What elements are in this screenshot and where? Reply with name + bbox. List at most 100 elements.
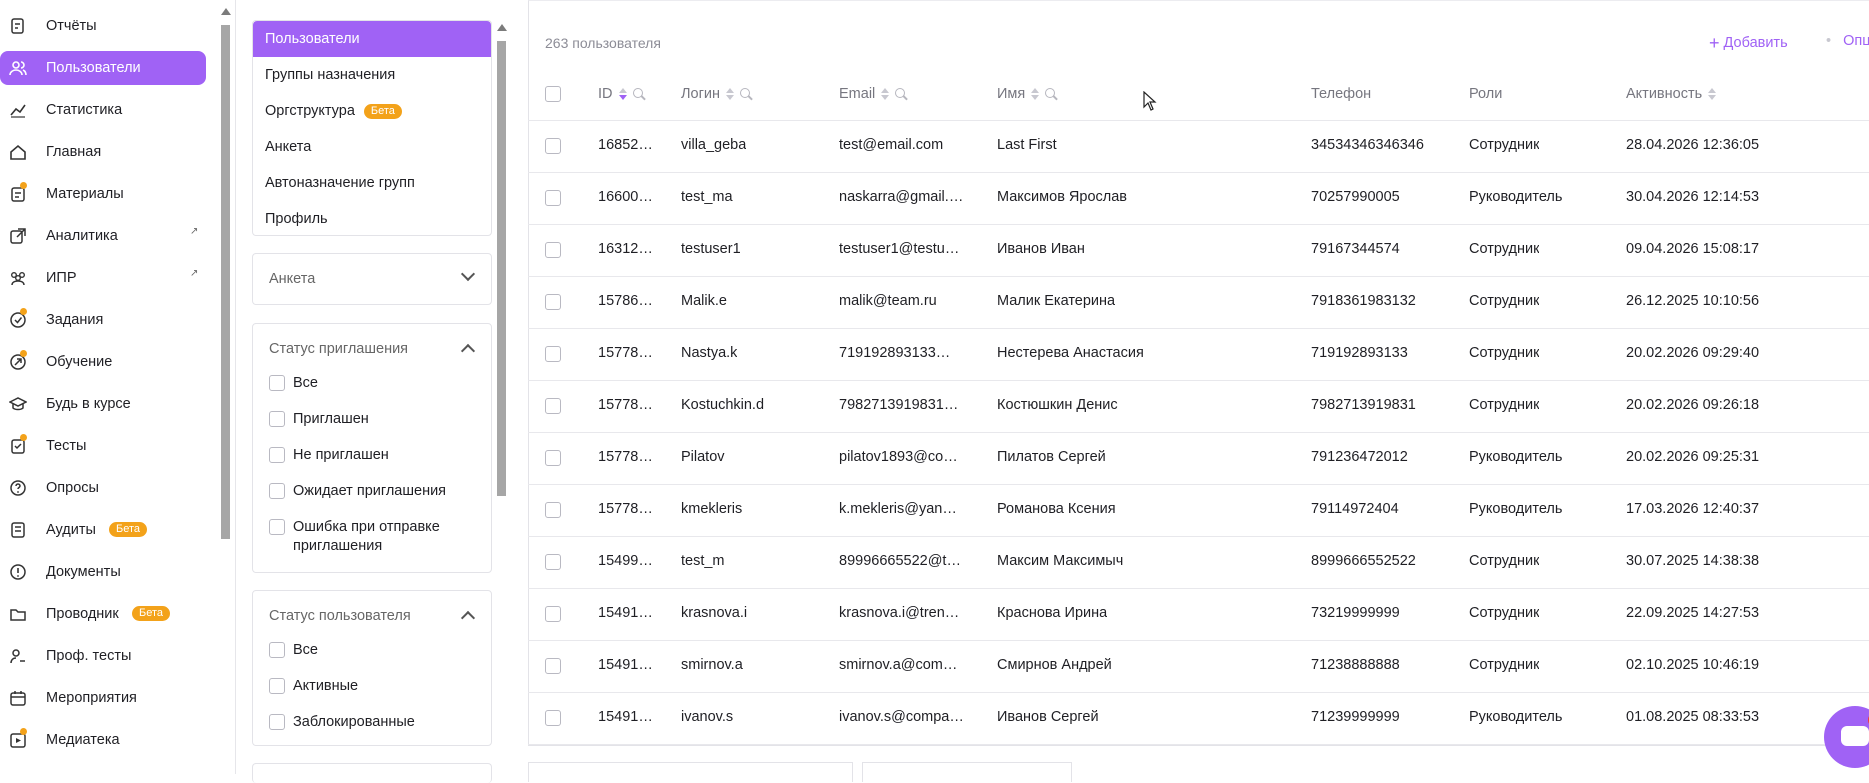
row-checkbox[interactable] bbox=[545, 242, 561, 258]
cell-activity: 22.09.2025 14:27:53 bbox=[1626, 605, 1760, 621]
checkbox[interactable] bbox=[269, 411, 285, 427]
add-button[interactable]: + Добавить bbox=[1709, 33, 1788, 54]
sidebar-item-18[interactable]: Медиатека bbox=[0, 723, 206, 757]
row-checkbox[interactable] bbox=[545, 346, 561, 362]
chart-line-icon bbox=[9, 101, 27, 119]
row-checkbox[interactable] bbox=[545, 606, 561, 622]
checkbox[interactable] bbox=[269, 375, 285, 391]
row-checkbox[interactable] bbox=[545, 450, 561, 466]
col-phone-label: Телефон bbox=[1311, 86, 1372, 102]
sidebar-item-11[interactable]: Тесты bbox=[0, 429, 206, 463]
sidebar-item-4[interactable]: Главная bbox=[0, 135, 206, 169]
sidebar-item-14[interactable]: Документы bbox=[0, 555, 206, 589]
filter-option[interactable]: Все bbox=[269, 374, 463, 393]
filters-scrollbar[interactable] bbox=[497, 24, 507, 774]
tab-5[interactable]: Автоназначение групп bbox=[253, 165, 491, 201]
sidebar-item-6[interactable]: Аналитика ↗ bbox=[0, 219, 206, 253]
tab-1[interactable]: Пользователи bbox=[253, 21, 491, 57]
sidebar-scrollbar[interactable] bbox=[221, 8, 231, 774]
search-icon[interactable] bbox=[895, 88, 907, 100]
sidebar-item-10[interactable]: Будь в курсе bbox=[0, 387, 206, 421]
filter-questionnaire[interactable]: Анкета bbox=[252, 253, 492, 305]
row-checkbox[interactable] bbox=[545, 710, 561, 726]
sidebar-item-2[interactable]: Пользователи bbox=[0, 51, 206, 85]
sort-icon[interactable] bbox=[725, 88, 734, 100]
cell-email: malik@team.ru bbox=[839, 293, 937, 309]
sidebar-item-13[interactable]: Аудиты Бета bbox=[0, 513, 206, 547]
select-all-checkbox[interactable] bbox=[545, 86, 561, 102]
checkbox-label: Не приглашен bbox=[293, 447, 389, 463]
sidebar-item-16[interactable]: Проф. тесты bbox=[0, 639, 206, 673]
sort-icon[interactable] bbox=[1031, 88, 1040, 100]
col-email-label: Email bbox=[839, 86, 876, 102]
checkbox[interactable] bbox=[269, 519, 285, 535]
checkbox[interactable] bbox=[269, 714, 285, 730]
sidebar-item-7[interactable]: ИПР ↗ bbox=[0, 261, 206, 295]
row-checkbox[interactable] bbox=[545, 398, 561, 414]
checkbox[interactable] bbox=[269, 483, 285, 499]
cell-email: smirnov.a@comp… bbox=[839, 657, 964, 673]
cell-activity: 20.02.2026 09:26:18 bbox=[1626, 397, 1760, 413]
filter-option[interactable]: Приглашен bbox=[269, 410, 463, 429]
filter-option[interactable]: Все bbox=[269, 641, 463, 660]
chevron-up-icon[interactable] bbox=[460, 610, 476, 626]
filter-option[interactable]: Ошибка при отправке приглашения bbox=[269, 518, 463, 556]
checkbox[interactable] bbox=[269, 678, 285, 694]
page-size-select[interactable] bbox=[862, 762, 1072, 782]
cell-login: Nastya.k bbox=[681, 345, 738, 361]
sidebar-item-1[interactable]: Отчёты bbox=[0, 9, 206, 43]
col-login[interactable]: Логин bbox=[681, 86, 752, 102]
scroll-up-arrow-icon[interactable] bbox=[497, 24, 507, 31]
sidebar-item-17[interactable]: Мероприятия bbox=[0, 681, 206, 715]
col-email[interactable]: Email bbox=[839, 86, 907, 102]
sidebar-item-9[interactable]: Обучение bbox=[0, 345, 206, 379]
row-checkbox[interactable] bbox=[545, 554, 561, 570]
filter-option[interactable]: Заблокированные bbox=[269, 713, 463, 732]
filter-option[interactable]: Активные bbox=[269, 677, 463, 696]
row-checkbox[interactable] bbox=[545, 294, 561, 310]
col-name[interactable]: Имя bbox=[997, 86, 1057, 102]
cell-email: test@email.com bbox=[839, 137, 944, 153]
filters-scroll-thumb[interactable] bbox=[497, 41, 506, 496]
row-checkbox[interactable] bbox=[545, 190, 561, 206]
pagination[interactable] bbox=[528, 762, 853, 782]
col-id[interactable]: ID bbox=[598, 86, 645, 102]
scroll-up-arrow-icon[interactable] bbox=[221, 8, 231, 15]
checkbox[interactable] bbox=[269, 447, 285, 463]
options-button[interactable]: • Опции ⌄ bbox=[1826, 33, 1869, 49]
sort-icon[interactable] bbox=[881, 88, 890, 100]
sidebar-item-12[interactable]: Опросы bbox=[0, 471, 206, 505]
row-checkbox[interactable] bbox=[545, 502, 561, 518]
filter-option[interactable]: Не приглашен bbox=[269, 446, 463, 465]
sidebar-scroll-thumb[interactable] bbox=[221, 25, 230, 539]
sort-icon[interactable] bbox=[618, 88, 627, 100]
sidebar-item-8[interactable]: Задания bbox=[0, 303, 206, 337]
col-phone[interactable]: Телефон bbox=[1311, 86, 1371, 102]
cell-id: 15778… bbox=[598, 501, 653, 517]
checkbox[interactable] bbox=[269, 642, 285, 658]
tab-4[interactable]: Анкета bbox=[253, 129, 491, 165]
cell-activity: 01.08.2025 08:33:53 bbox=[1626, 709, 1760, 725]
tab-3[interactable]: Оргструктура Бета bbox=[253, 93, 491, 129]
cell-login: Kostuchkin.d bbox=[681, 397, 765, 413]
search-icon[interactable] bbox=[739, 88, 752, 100]
col-login-label: Логин bbox=[681, 86, 720, 102]
col-roles[interactable]: Роли bbox=[1469, 86, 1502, 102]
chevron-down-icon[interactable] bbox=[460, 266, 476, 282]
cell-name: Last First bbox=[997, 137, 1057, 153]
cell-email: 89996665522@tw… bbox=[839, 553, 964, 569]
row-checkbox[interactable] bbox=[545, 138, 561, 154]
search-icon[interactable] bbox=[1045, 88, 1057, 100]
sidebar-item-3[interactable]: Статистика bbox=[0, 93, 206, 127]
header-divider bbox=[528, 120, 1869, 121]
sidebar-item-5[interactable]: Материалы bbox=[0, 177, 206, 211]
sort-icon[interactable] bbox=[1708, 88, 1717, 100]
sidebar-item-15[interactable]: Проводник Бета bbox=[0, 597, 206, 631]
filter-option[interactable]: Ожидает приглашения bbox=[269, 482, 463, 501]
row-checkbox[interactable] bbox=[545, 658, 561, 674]
chevron-up-icon[interactable] bbox=[460, 343, 476, 359]
col-activity[interactable]: Активность bbox=[1626, 86, 1717, 102]
tab-6[interactable]: Профиль bbox=[253, 201, 491, 237]
search-icon[interactable] bbox=[632, 88, 645, 100]
tab-2[interactable]: Группы назначения bbox=[253, 57, 491, 93]
